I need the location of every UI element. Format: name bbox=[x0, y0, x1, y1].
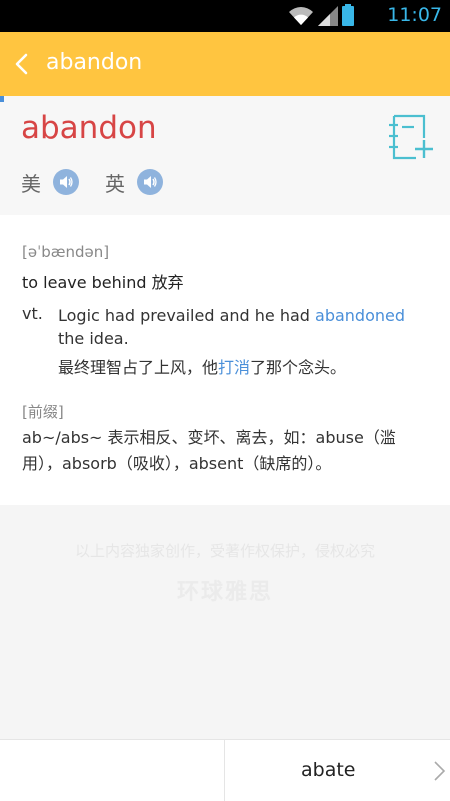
pronunciation-row: 美 英 bbox=[21, 168, 163, 196]
previous-word-button[interactable] bbox=[0, 740, 224, 801]
example-en-before: Logic had prevailed and he had bbox=[58, 306, 316, 325]
example-sentence-en: Logic had prevailed and he had abandoned… bbox=[58, 304, 418, 350]
example-sentence-zh: 最终理智占了上风，他打消了那个念头。 bbox=[58, 354, 346, 378]
chevron-right-icon bbox=[432, 760, 446, 782]
example-zh-after: 了那个念头。 bbox=[250, 358, 347, 377]
example-en-after: the idea. bbox=[58, 329, 129, 348]
app-bar: abandon bbox=[0, 32, 450, 96]
status-icons bbox=[288, 4, 354, 26]
example-zh-highlight: 打消 bbox=[218, 358, 251, 377]
word-header: abandon 美 英 bbox=[0, 96, 450, 215]
back-arrow-icon[interactable] bbox=[12, 52, 32, 76]
uk-pronunciation-label: 英 bbox=[105, 171, 125, 196]
part-of-speech: vt. bbox=[22, 304, 43, 323]
us-speaker-icon[interactable] bbox=[53, 169, 79, 195]
us-pronunciation-label: 美 bbox=[21, 171, 41, 196]
example-en-highlight: abandoned bbox=[315, 306, 406, 325]
example-zh-before: 最终理智占了上风，他 bbox=[58, 358, 219, 377]
clock-time: 11:07 bbox=[387, 4, 442, 26]
copyright-notice: 以上内容独家创作，受著作权保护，侵权必究 bbox=[74, 542, 375, 560]
brand-watermark: 环球雅思 bbox=[176, 580, 273, 605]
next-word-button[interactable]: abate bbox=[225, 740, 450, 801]
accent-marker bbox=[0, 96, 4, 102]
word-navigation: abate bbox=[0, 739, 450, 801]
battery-icon bbox=[342, 4, 354, 26]
phonetic-transcription: [əˈbændən] bbox=[22, 243, 110, 261]
definition-panel: [əˈbændən] to leave behind 放弃 vt. Logic … bbox=[0, 215, 450, 505]
add-to-notebook-icon[interactable] bbox=[386, 114, 434, 160]
signal-icon bbox=[318, 6, 338, 26]
next-word-label: abate bbox=[301, 759, 356, 781]
headword: abandon bbox=[21, 110, 157, 146]
prefix-label: [前缀] bbox=[22, 403, 64, 421]
definition-text: to leave behind 放弃 bbox=[22, 273, 184, 292]
wifi-icon bbox=[288, 6, 314, 26]
app-bar-title: abandon bbox=[46, 50, 143, 75]
status-bar: 11:07 bbox=[0, 0, 450, 32]
prefix-explanation: ab~/abs~ 表示相反、变坏、离去，如：abuse（滥用），absorb（吸… bbox=[22, 428, 396, 473]
uk-speaker-icon[interactable] bbox=[137, 169, 163, 195]
